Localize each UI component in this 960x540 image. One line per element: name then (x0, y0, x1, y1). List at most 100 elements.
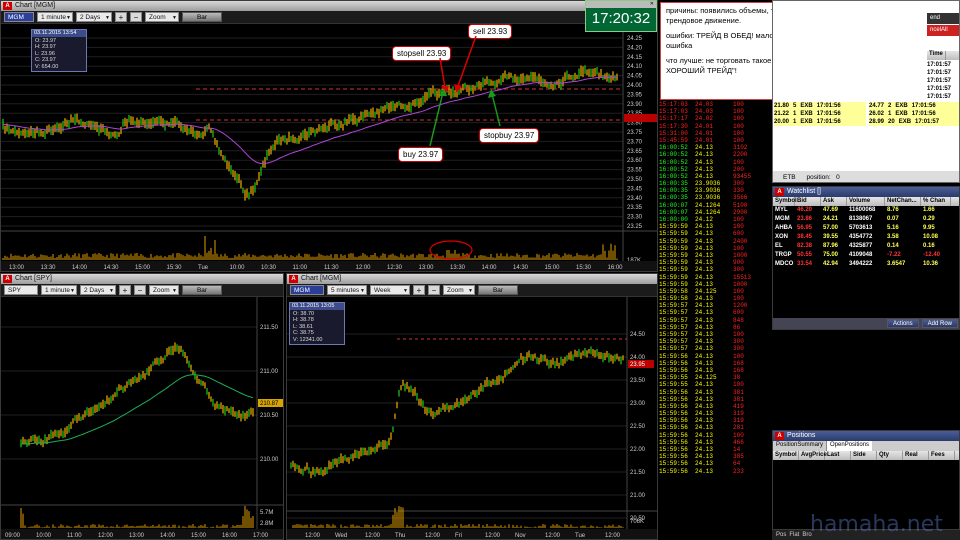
add-row-button[interactable]: Add Row (921, 319, 958, 328)
watchlist-cell: 46.20 (797, 207, 813, 213)
zoom-in-button[interactable]: + (115, 12, 127, 22)
book-row[interactable]: 21.80 5 EXB 17:01:56 (774, 102, 866, 110)
range-select[interactable]: Week ▼ (370, 285, 410, 295)
tape-cell: 15:59:56 (659, 359, 688, 367)
interval-select[interactable]: 1 minute ▼ (37, 12, 73, 22)
y-tick-label: 23.30 (627, 215, 643, 221)
symbol-input[interactable]: MGM (290, 285, 324, 295)
range-select[interactable]: 2 Days ▼ (80, 285, 116, 295)
y-tick-label: 23.45 (627, 186, 643, 192)
time-cell: 17:01:57 (927, 70, 952, 76)
window-titlebar[interactable]: A Watchlist [] (773, 187, 959, 197)
watchlist-row[interactable]: MYL 46.20 47.69 11600068 8.76 1.66 (773, 206, 959, 215)
book-row[interactable]: 21.22 1 EXB 17:01:56 (774, 110, 866, 118)
column-header[interactable]: AvgPrice (799, 451, 827, 460)
cancel-all-button[interactable]: ncelAll (927, 25, 959, 36)
tape-row: 15:59:59 24.13 900 (659, 259, 770, 266)
y-tick-label: 23.90 (627, 102, 643, 108)
column-header[interactable]: NetChan... (885, 197, 921, 206)
watchlist-cell: 8138067 (849, 216, 873, 222)
book-row[interactable]: 20.00 1 EXB 17:01:56 (774, 118, 866, 126)
interval-select[interactable]: 5 minutes ▼ (327, 285, 367, 295)
level2-button-1[interactable]: end (927, 13, 959, 24)
tape-cell: 14 (733, 446, 741, 453)
tape-cell: 100 (733, 223, 744, 231)
column-header[interactable]: Volume (847, 197, 885, 206)
window-titlebar[interactable]: A Chart [MGM] (287, 274, 657, 284)
book-row[interactable]: 28.99 20 EXB 17:01:57 (869, 118, 959, 126)
book-cell: 26.02 (869, 111, 885, 117)
book-row[interactable]: 24.77 2 EXB 17:01:56 (869, 102, 959, 110)
column-header[interactable]: Side (851, 451, 877, 460)
zoom-in-button[interactable]: + (413, 285, 425, 295)
etb-label: ETB (783, 174, 796, 181)
price-chart[interactable]: 211.50 211.00 210.50 210.00 5.7M 2.8M 210.87 09… (1, 297, 284, 540)
interval-select[interactable]: 1 minute ▼ (41, 285, 77, 295)
symbol-input[interactable]: SPY (4, 285, 38, 295)
zoom-select[interactable]: Zoom ▼ (145, 12, 179, 22)
tape-row: 15:59:57 24.13 300 (659, 338, 770, 345)
tape-cell: 15:59:59 (659, 266, 688, 274)
tape-row: 15:59:59 24.13 1000 (659, 252, 770, 259)
actions-button[interactable]: Actions (886, 319, 919, 328)
tape-row: 15:59:58 24.13 100 (659, 295, 770, 302)
tape-row: 15:59:55 24.125 38 (659, 374, 770, 381)
x-tick-label: Tue (575, 533, 586, 539)
tape-cell: 24.13 (695, 417, 714, 425)
tape-cell: 466 (733, 438, 744, 446)
window-titlebar[interactable]: A Chart [SPY] (1, 274, 283, 284)
zoom-out-button[interactable]: − (130, 12, 142, 22)
column-header[interactable]: Real (903, 451, 929, 460)
zoom-select[interactable]: Zoom ▼ (443, 285, 475, 295)
tape-cell: 24.13 (695, 302, 714, 310)
tape-cell: 24.13 (695, 359, 714, 367)
watchlist-row[interactable]: XON 38.45 39.55 4354772 3.58 10.08 (773, 233, 959, 242)
tape-cell: 100 (733, 115, 744, 123)
price-chart[interactable]: 24.25 24.20 24.15 24.10 24.05 24.00 23.95 23.90… (1, 24, 658, 272)
taskbar-item[interactable]: Pos (776, 530, 786, 540)
taskbar-item[interactable]: Flat (789, 530, 799, 540)
stopsell-callout: stopsell 23.93 (392, 46, 452, 61)
column-header[interactable]: Last (825, 451, 851, 460)
window-titlebar[interactable]: A Chart [MGM] (1, 1, 657, 11)
bar-type-button[interactable]: Bar (182, 285, 222, 295)
book-cell: 5 (793, 103, 797, 109)
watchlist-cell: EL (775, 243, 783, 249)
range-select[interactable]: 2 Days ▼ (76, 12, 112, 22)
column-header[interactable]: Fees (929, 451, 955, 460)
tab-open-positions[interactable]: OpenPositions (827, 441, 873, 451)
zoom-out-button[interactable]: − (428, 285, 440, 295)
book-row[interactable]: 26.02 1 EXB 17:01:56 (869, 110, 959, 118)
column-header[interactable]: % Chan (921, 197, 951, 206)
tab-position-summary[interactable]: PositionSummary (773, 441, 828, 451)
column-header[interactable]: Symbol (773, 451, 799, 460)
column-header[interactable]: Bid (795, 197, 821, 206)
watchlist-row[interactable]: MDCO 33.54 42.94 3494222 3.6547 10.36 (773, 260, 959, 269)
watchlist-cell: 0.07 (887, 216, 899, 222)
symbol-input[interactable]: MGM (4, 12, 34, 22)
watchlist-cell: 4325877 (849, 243, 873, 249)
bar-type-button[interactable]: Bar (182, 12, 222, 22)
column-header[interactable]: Ask (821, 197, 847, 206)
chart-toolbar: SPY 1 minute ▼ 2 Days ▼ + − Zoom ▼ Bar (1, 284, 283, 297)
watchlist-row[interactable]: EL 82.38 87.96 4325877 0.14 0.16 (773, 242, 959, 251)
tape-cell: 24.13 (695, 230, 714, 238)
zoom-out-button[interactable]: − (134, 285, 146, 295)
chevron-down-icon: ▼ (403, 288, 408, 294)
book-cell: EXB (800, 111, 813, 117)
tape-cell: 15:59:56 (659, 431, 688, 439)
zoom-in-button[interactable]: + (119, 285, 131, 295)
zoom-value: Zoom (153, 287, 170, 294)
watchlist-row[interactable]: TRGP 50.55 75.00 4109048 -7.22 -12.40 (773, 251, 959, 260)
bar-type-button[interactable]: Bar (478, 285, 518, 295)
column-header[interactable]: Symbol (773, 197, 797, 206)
tape-row: 16:00:35 23.9036 330 (659, 187, 770, 194)
watchlist-row[interactable]: AHBA 56.95 57.00 5703613 5.16 9.95 (773, 224, 959, 233)
zoom-select[interactable]: Zoom ▼ (149, 285, 179, 295)
window-titlebar[interactable]: A Positions (773, 431, 959, 441)
tape-cell: 15:59:55 (659, 381, 688, 389)
watchlist-row[interactable]: MGM 23.86 24.21 8138067 0.07 0.29 (773, 215, 959, 224)
column-header[interactable]: Qty (877, 451, 903, 460)
watchlist-cell: 5703613 (849, 225, 873, 231)
tape-cell: 24.13 (695, 338, 714, 346)
